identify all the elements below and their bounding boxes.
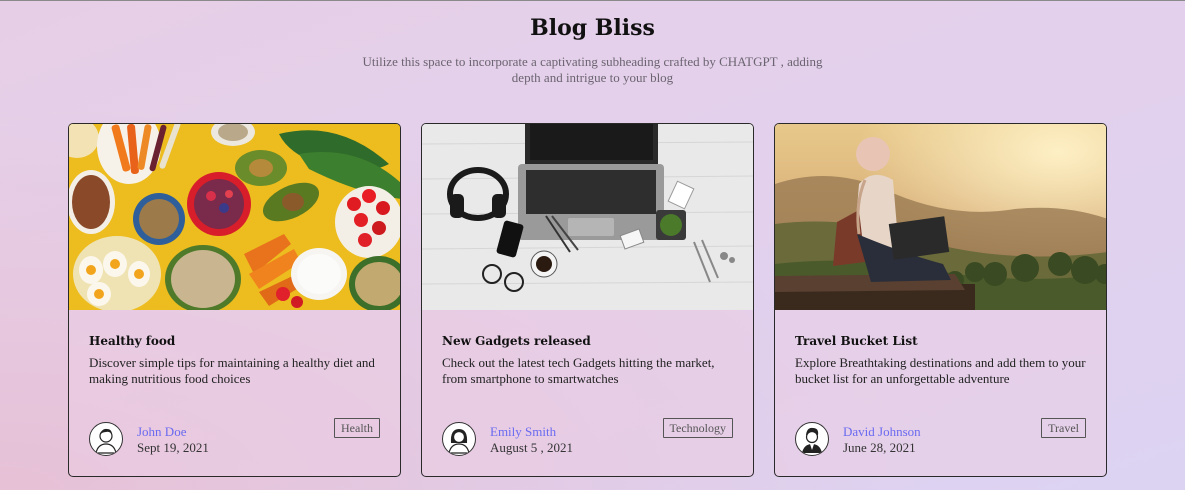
card-description: Check out the latest tech Gadgets hittin… <box>442 355 715 386</box>
healthy-food-image <box>69 124 400 310</box>
page-title: Blog Bliss <box>530 15 655 41</box>
gadgets-desk-image <box>422 124 753 310</box>
author-name-link[interactable]: David Johnson <box>843 424 921 439</box>
post-date: Sept 19, 2021 <box>137 439 209 455</box>
card-description: Explore Breathtaking destinations and ad… <box>795 355 1086 386</box>
card-description: Discover simple tips for maintaining a h… <box>89 355 375 386</box>
category-tag[interactable]: Health <box>334 418 380 438</box>
card-title[interactable]: New Gadgets released <box>442 333 733 349</box>
post-date: June 28, 2021 <box>843 439 916 455</box>
author-avatar <box>89 422 123 456</box>
page-subtitle: Utilize this space to incorporate a capt… <box>362 54 823 85</box>
blog-card-list: Healthy food Discover simple tips for ma… <box>68 123 1107 477</box>
travel-mountain-image <box>775 124 1106 310</box>
author-avatar <box>442 422 476 456</box>
author-avatar <box>795 422 829 456</box>
card-footer: David Johnson June 28, 2021 Travel <box>795 418 1086 456</box>
card-title[interactable]: Travel Bucket List <box>795 333 1086 349</box>
blog-card-health[interactable]: Healthy food Discover simple tips for ma… <box>68 123 401 477</box>
category-tag[interactable]: Travel <box>1041 418 1086 438</box>
author-info: John Doe Sept 19, 2021 <box>137 424 209 455</box>
author-name-link[interactable]: John Doe <box>137 424 209 439</box>
post-date: August 5 , 2021 <box>490 439 574 455</box>
card-footer: John Doe Sept 19, 2021 Health <box>89 418 380 456</box>
author-name-link[interactable]: Emily Smith <box>490 424 573 439</box>
blog-card-technology[interactable]: New Gadgets released Check out the lates… <box>421 123 754 477</box>
author-info: David Johnson June 28, 2021 <box>843 424 921 455</box>
category-tag[interactable]: Technology <box>662 418 733 438</box>
blog-card-travel[interactable]: Travel Bucket List Explore Breathtaking … <box>774 123 1107 477</box>
card-footer: Emily Smith August 5 , 2021 Technology <box>442 418 733 456</box>
page-header: Blog Bliss Utilize this space to incorpo… <box>0 1 1185 86</box>
card-title[interactable]: Healthy food <box>89 333 380 349</box>
author-info: Emily Smith August 5 , 2021 <box>490 424 573 455</box>
